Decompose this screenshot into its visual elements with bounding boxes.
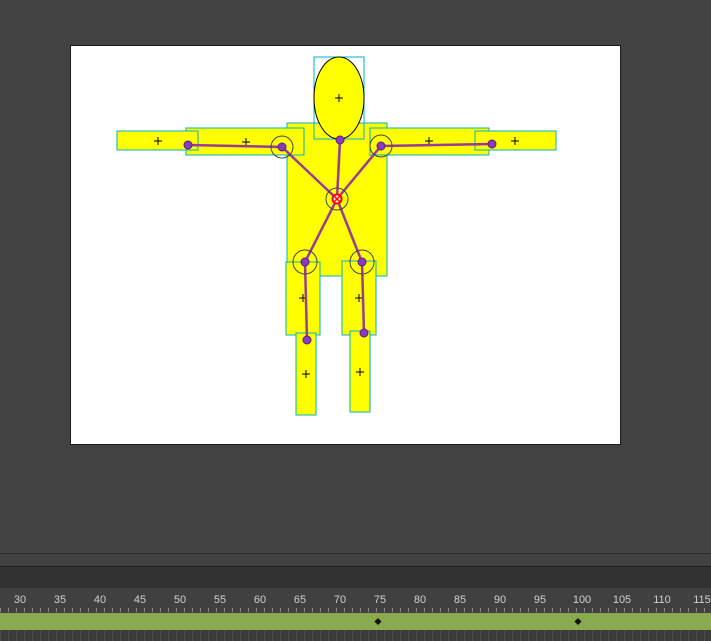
frame-label: 115 (693, 594, 711, 606)
left-hand-joint[interactable] (183, 140, 193, 150)
frame-label: 90 (493, 594, 507, 606)
pose-keyframe-100[interactable] (574, 617, 582, 626)
bone-rig[interactable] (0, 0, 711, 641)
right-hand-joint[interactable] (487, 139, 497, 149)
neck-joint[interactable] (335, 135, 345, 145)
panel-divider[interactable] (0, 553, 711, 554)
left-hip-joint[interactable] (300, 257, 310, 267)
frame-grid-strip[interactable] (0, 630, 711, 641)
right-hip-joint[interactable] (357, 257, 367, 267)
frame-label: 85 (453, 594, 467, 606)
ruler-ticks (0, 608, 711, 612)
frame-label: 65 (293, 594, 307, 606)
frame-label: 75 (373, 594, 387, 606)
right-knee-joint[interactable] (359, 328, 369, 338)
root-joint[interactable] (331, 193, 343, 205)
timeline-ruler[interactable]: 30 35 40 45 50 55 60 65 70 75 80 85 90 9… (0, 588, 711, 612)
frame-label: 100 (572, 594, 592, 606)
frame-label: 45 (133, 594, 147, 606)
frame-label: 60 (253, 594, 267, 606)
frame-label: 30 (13, 594, 27, 606)
frame-label: 40 (93, 594, 107, 606)
frame-label: 35 (53, 594, 67, 606)
timeline-header-bar (0, 566, 711, 588)
pose-keyframe-75[interactable] (374, 617, 382, 626)
left-shoulder-joint[interactable] (277, 142, 287, 152)
left-knee-joint[interactable] (302, 335, 312, 345)
frame-label: 110 (653, 594, 671, 606)
frame-label: 50 (173, 594, 187, 606)
frame-label: 70 (333, 594, 347, 606)
pose-layer-track[interactable] (0, 613, 711, 630)
frame-label: 55 (213, 594, 227, 606)
frame-label: 80 (413, 594, 427, 606)
frame-label: 105 (612, 594, 632, 606)
frame-label: 95 (533, 594, 547, 606)
right-shoulder-joint[interactable] (376, 141, 386, 151)
